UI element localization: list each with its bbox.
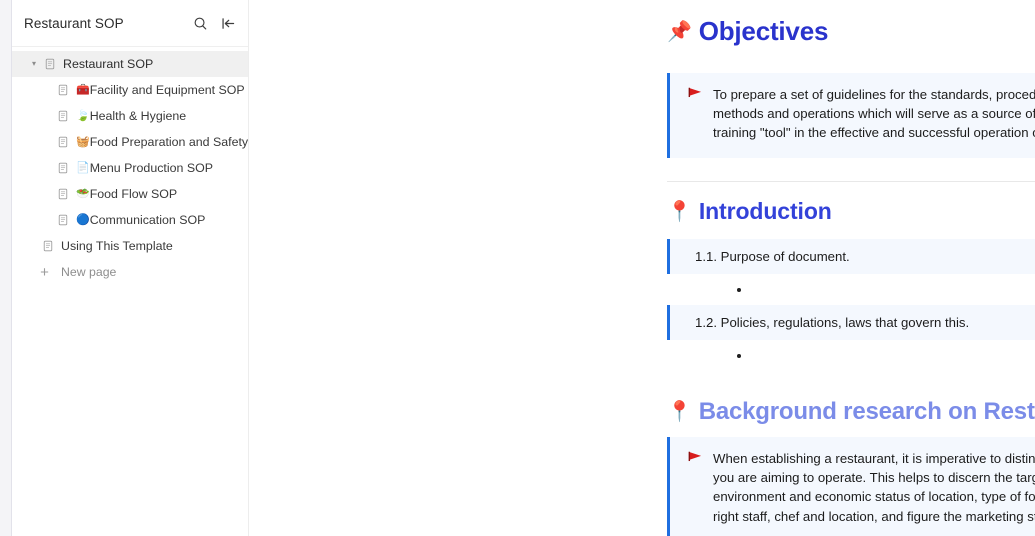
bullet-dot-icon <box>737 288 741 292</box>
callout-background-research: When establishing a restaurant, it is im… <box>667 437 1035 536</box>
sidebar-item-facility-and-equipment-sop[interactable]: 🧰 Facility and Equipment SOP <box>12 77 248 103</box>
heading-introduction: 📍 Introduction <box>667 198 832 225</box>
leaf-icon: 🍃 <box>76 109 90 122</box>
map-pin-icon: 📍 <box>667 200 692 223</box>
blue-circle-icon: 🔵 <box>76 213 90 226</box>
callout-purpose-of-document-text: 1.1. Purpose of document. <box>695 248 850 264</box>
sidebar-item-label: Food Preparation and Safety <box>89 135 249 149</box>
sidebar-item-label: Using This Template <box>61 239 173 253</box>
chevron-down-icon[interactable]: ▾ <box>28 58 40 70</box>
sidebar-item-label: Facility and Equipment SOP <box>89 83 245 97</box>
toolbox-icon: 🧰 <box>76 83 90 96</box>
sidebar-item-label: Restaurant SOP <box>63 57 154 71</box>
page-icon <box>56 188 69 201</box>
salad-icon: 🥗 <box>76 187 90 200</box>
page-tree: ▾ Restaurant SOP 🧰 Facility and Equipmen… <box>12 47 248 285</box>
page-icon <box>43 58 56 71</box>
sidebar-item-food-flow-sop[interactable]: 🥗 Food Flow SOP <box>12 181 248 207</box>
page-icon <box>56 136 69 149</box>
callout-background-research-text: When establishing a restaurant, it is im… <box>713 451 1035 524</box>
sidebar-item-label: Health & Hygiene <box>89 109 187 123</box>
sidebar-header-actions <box>192 15 236 31</box>
sidebar-item-label: Menu Production SOP <box>89 161 213 175</box>
heading-introduction-text: Introduction <box>698 198 832 224</box>
workspace-title: Restaurant SOP <box>24 15 124 31</box>
sidebar-item-food-preparation-and-safety[interactable]: 🧺 Food Preparation and Safety <box>12 129 248 155</box>
sidebar-item-menu-production-sop[interactable]: 📄 Menu Production SOP <box>12 155 248 181</box>
heading-background-research-text: Background research on Restaurant Concep… <box>698 398 1035 425</box>
sidebar: Restaurant SOP ▾ Restaurant SOP 🧰 Facili… <box>12 0 249 536</box>
sidebar-item-using-this-template[interactable]: Using This Template <box>12 233 248 259</box>
pushpin-icon: 📌 <box>667 20 692 43</box>
page-icon <box>56 162 69 175</box>
bullet-dot-icon <box>737 354 741 358</box>
callout-objectives: To prepare a set of guidelines for the s… <box>667 73 1035 158</box>
sidebar-item-health-and-hygiene[interactable]: 🍃 Health & Hygiene <box>12 103 248 129</box>
plus-icon: + <box>40 263 49 281</box>
page-icon <box>56 84 69 97</box>
callout-policies-regulations: 1.2. Policies, regulations, laws that go… <box>667 305 1035 340</box>
page-icon <box>56 214 69 227</box>
red-flag-icon <box>688 85 703 104</box>
sidebar-item-restaurant-sop[interactable]: ▾ Restaurant SOP <box>12 51 248 77</box>
heading-objectives-text: Objectives <box>698 16 829 46</box>
collapse-sidebar-icon[interactable] <box>220 15 236 31</box>
page-icon <box>56 110 69 123</box>
map-pin-icon: 📍 <box>667 401 692 423</box>
callout-objectives-text: To prepare a set of guidelines for the s… <box>713 87 1035 141</box>
red-flag-icon <box>688 449 703 468</box>
basket-icon: 🧺 <box>76 135 90 148</box>
bullet-point <box>725 347 741 360</box>
section-divider <box>667 181 1035 182</box>
app-window: Restaurant SOP ▾ Restaurant SOP 🧰 Facili… <box>0 0 1035 536</box>
callout-purpose-of-document: 1.1. Purpose of document. <box>667 239 1035 274</box>
heading-objectives: 📌 Objectives <box>667 16 828 47</box>
search-icon[interactable] <box>192 15 208 31</box>
callout-policies-regulations-text: 1.2. Policies, regulations, laws that go… <box>695 314 970 330</box>
new-page-label: New page <box>61 265 117 279</box>
new-page-button[interactable]: + New page <box>12 259 248 285</box>
document-content[interactable]: 📌 Objectives To prepare a set of guideli… <box>249 0 1035 536</box>
document-page-icon: 📄 <box>76 161 90 174</box>
sidebar-item-label: Communication SOP <box>89 213 206 227</box>
left-rail <box>0 0 12 536</box>
sidebar-header: Restaurant SOP <box>12 0 248 47</box>
sidebar-item-communication-sop[interactable]: 🔵 Communication SOP <box>12 207 248 233</box>
heading-background-research: 📍 Background research on Restaurant Conc… <box>667 398 1035 426</box>
page-icon <box>41 240 54 253</box>
bullet-point <box>725 281 741 294</box>
sidebar-item-label: Food Flow SOP <box>89 187 178 201</box>
